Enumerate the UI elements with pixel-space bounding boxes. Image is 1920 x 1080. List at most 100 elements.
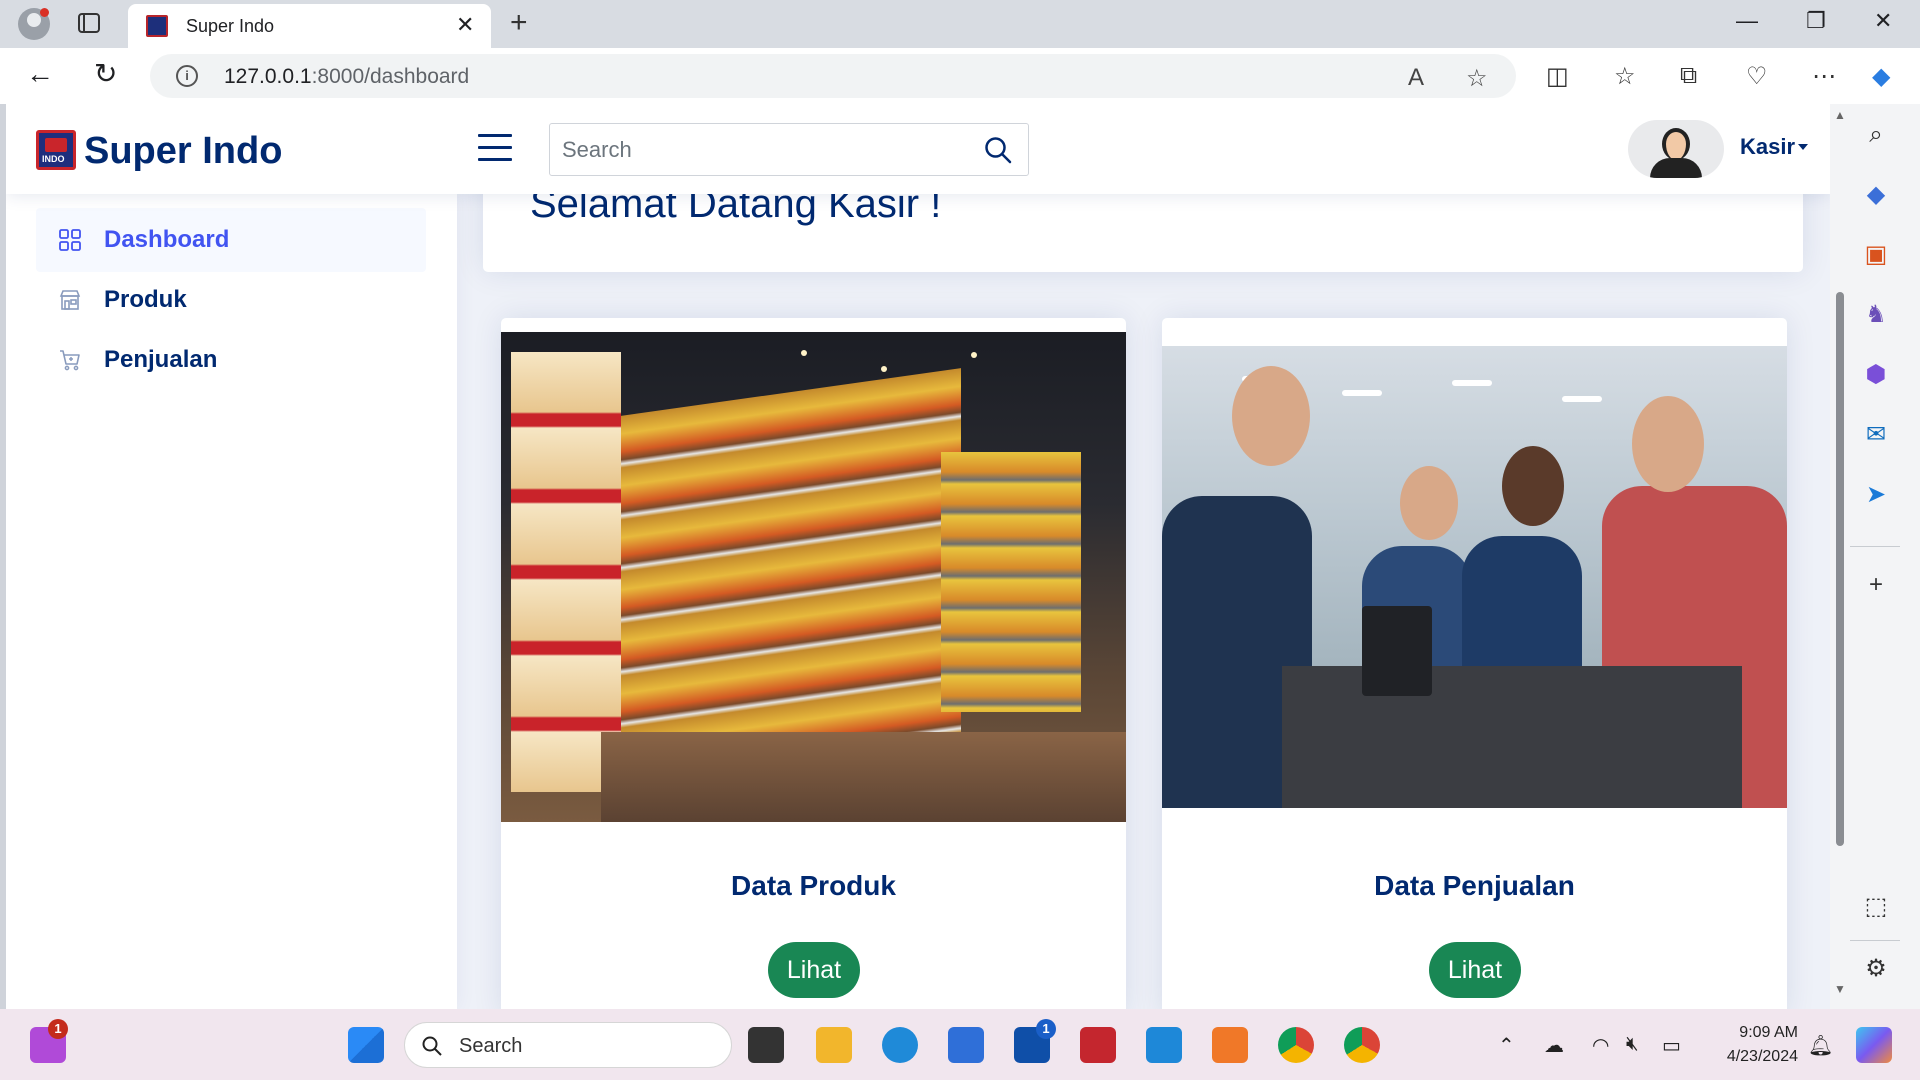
ceiling-light	[1342, 390, 1382, 396]
new-tab-icon[interactable]: +	[510, 6, 528, 40]
copilot-icon[interactable]: ◆	[1872, 62, 1890, 91]
screenshot-icon[interactable]: ⬚	[1863, 894, 1889, 920]
brand-name[interactable]: Super Indo	[84, 130, 282, 173]
store-icon[interactable]	[948, 1027, 984, 1063]
avatar-head	[1662, 128, 1690, 160]
cart-icon	[60, 350, 80, 371]
url-text: 127.0.0.1:8000/dashboard	[224, 65, 470, 88]
address-bar-row: ← ↻ i 127.0.0.1:8000/dashboard A ☆ ◫ ☆ ⧉…	[0, 48, 1920, 104]
settings-gear-icon[interactable]: ⚙	[1863, 956, 1889, 982]
wifi-icon[interactable]: ◠	[1592, 1033, 1609, 1058]
checkout-counter-image	[1162, 346, 1787, 808]
notification-bell-icon[interactable]: 🔔︎	[1808, 1033, 1833, 1058]
grid-icon	[59, 229, 81, 251]
sidebar-item-dashboard[interactable]: Dashboard	[36, 208, 426, 272]
vscode-icon[interactable]	[1146, 1027, 1182, 1063]
battery-icon[interactable]: ▭	[1662, 1033, 1681, 1058]
sidebar-item-penjualan[interactable]: Penjualan	[36, 328, 426, 392]
tab-close-icon[interactable]: ✕	[456, 12, 474, 38]
restore-icon[interactable]: ❐	[1806, 8, 1826, 34]
clock-date: 4/23/2024	[1726, 1048, 1798, 1065]
clock[interactable]: 9:09 AM 4/23/2024	[1710, 1021, 1798, 1069]
add-icon[interactable]: +	[1863, 572, 1889, 598]
ceiling-light	[801, 350, 807, 356]
sidebar-item-label: Dashboard	[104, 226, 230, 253]
more-menu-icon[interactable]: ⋯	[1812, 62, 1836, 91]
lihat-penjualan-button[interactable]: Lihat	[1429, 942, 1521, 998]
search-icon[interactable]	[983, 135, 1013, 165]
taskbar-search[interactable]: Search	[404, 1022, 732, 1068]
page-scrollbar[interactable]: ▲ ▼	[1834, 108, 1846, 996]
tab-title: Super Indo	[186, 16, 275, 36]
xampp-icon[interactable]	[1212, 1027, 1248, 1063]
windows-start-icon[interactable]	[348, 1027, 384, 1063]
chrome-profile-icon[interactable]	[1344, 1027, 1380, 1063]
back-aisle	[941, 452, 1081, 712]
copilot-app-icon[interactable]: ⬢	[1863, 362, 1889, 388]
tools-icon[interactable]: ▣	[1863, 242, 1889, 268]
favorites-icon[interactable]: ☆	[1614, 62, 1636, 91]
search-input[interactable]	[562, 134, 962, 166]
site-info-icon[interactable]: i	[176, 65, 198, 87]
search-icon	[422, 1036, 442, 1056]
tab-actions-icon[interactable]	[78, 13, 100, 33]
send-icon[interactable]: ➤	[1863, 482, 1889, 508]
url-field[interactable]: i 127.0.0.1:8000/dashboard A ☆	[150, 54, 1516, 98]
app-header: Super Indo Kasir	[6, 104, 1830, 194]
customer-head	[1502, 446, 1564, 526]
notification-badge: 1	[48, 1019, 68, 1039]
mcafee-icon[interactable]	[1080, 1027, 1116, 1063]
customer-head	[1232, 366, 1310, 466]
split-screen-icon[interactable]: ◫	[1546, 62, 1569, 91]
back-icon[interactable]: ←	[26, 60, 54, 88]
shopping-tag-icon[interactable]: ◆	[1863, 182, 1889, 208]
read-aloud-icon[interactable]: A	[1408, 64, 1424, 92]
close-window-icon[interactable]: ✕	[1874, 8, 1892, 34]
cash-register	[1362, 606, 1432, 696]
windows-taskbar: 1 Search 1 ⌃ ☁ ◠ 🔇︎ ▭ 9:09 AM 4/23/2024 …	[0, 1009, 1920, 1080]
scroll-down-icon[interactable]: ▼	[1834, 982, 1846, 996]
scroll-up-icon[interactable]: ▲	[1834, 108, 1846, 122]
sidebar-item-label: Produk	[104, 286, 187, 313]
super-indo-logo-icon[interactable]	[36, 130, 76, 170]
edge-browser-icon[interactable]	[882, 1027, 918, 1063]
display-shelf	[511, 352, 621, 792]
onedrive-icon[interactable]: ☁	[1544, 1033, 1564, 1058]
chevron-down-icon[interactable]	[1798, 144, 1808, 150]
sidebar-divider-2	[1850, 940, 1900, 941]
search-bar	[549, 123, 1029, 176]
taskbar-search-label: Search	[459, 1035, 523, 1057]
clock-time: 9:09 AM	[1739, 1024, 1798, 1041]
task-view-icon[interactable]	[748, 1027, 784, 1063]
search-icon[interactable]: ⌕	[1863, 122, 1889, 148]
minimize-icon[interactable]: —	[1736, 8, 1758, 34]
checkout-counter	[1282, 666, 1742, 808]
avatar-body	[1650, 158, 1702, 178]
collections-icon[interactable]: ⧉	[1680, 62, 1697, 90]
browser-essentials-icon[interactable]: ♡	[1746, 62, 1768, 91]
refresh-icon[interactable]: ↻	[94, 60, 117, 88]
scrollbar-thumb[interactable]	[1836, 292, 1844, 846]
copilot-taskbar-icon[interactable]	[1856, 1027, 1892, 1063]
favicon-icon	[146, 15, 168, 37]
customer-head	[1400, 466, 1458, 540]
card-data-penjualan: Data Penjualan Lihat	[1162, 318, 1787, 1009]
chevron-up-icon[interactable]: ⌃	[1498, 1033, 1515, 1058]
user-menu-name[interactable]: Kasir	[1740, 134, 1795, 160]
file-explorer-icon[interactable]	[816, 1027, 852, 1063]
browser-tab-bar: Super Indo ✕ + — ❐ ✕	[0, 0, 1920, 48]
outlook-icon[interactable]: ✉	[1863, 422, 1889, 448]
browser-tab-active[interactable]: Super Indo ✕	[128, 4, 491, 48]
chrome-icon[interactable]	[1278, 1027, 1314, 1063]
sidebar-item-label: Penjualan	[104, 346, 218, 373]
volume-muted-icon[interactable]: 🔇︎	[1626, 1033, 1639, 1056]
lihat-produk-button[interactable]: Lihat	[768, 942, 860, 998]
sidebar-item-produk[interactable]: Produk	[36, 268, 426, 332]
avatar[interactable]	[1628, 120, 1724, 178]
games-icon[interactable]: ♞	[1863, 302, 1889, 328]
sidebar-toggle-icon[interactable]	[478, 134, 512, 162]
sidebar-nav: Dashboard Produk Penjualan	[6, 194, 457, 1009]
favorite-star-icon[interactable]: ☆	[1466, 64, 1488, 93]
ceiling-light	[881, 366, 887, 372]
ceiling-light	[971, 352, 977, 358]
